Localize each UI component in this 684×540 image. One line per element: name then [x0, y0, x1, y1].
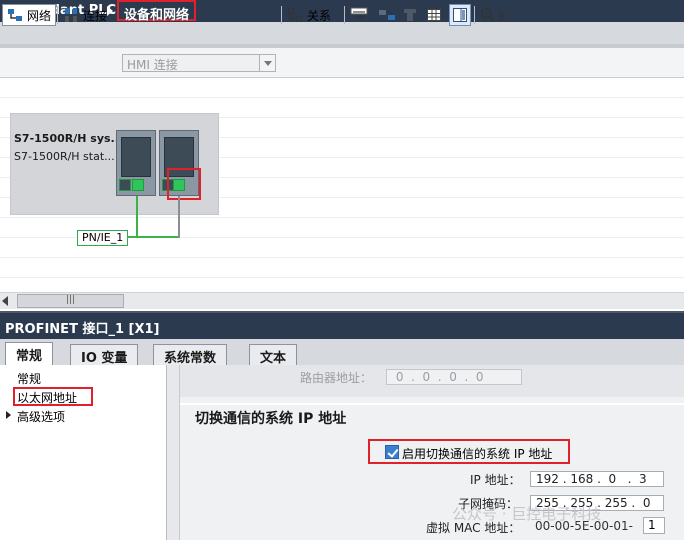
zoom-button[interactable]	[480, 4, 510, 26]
tab-io-tags[interactable]: IO 变量	[70, 344, 139, 366]
breadcrumb-current[interactable]: 设备和网络	[117, 0, 197, 23]
selected-port-highlight	[167, 168, 201, 200]
tab-system-constants[interactable]: 系统常数	[153, 344, 228, 366]
port-icon[interactable]	[132, 179, 144, 191]
zoom-in-icon	[480, 7, 496, 23]
mac-suffix-field[interactable]: 1	[643, 517, 665, 534]
zoom-dropdown-icon[interactable]	[497, 7, 506, 23]
inspector-title: PROFINET 接口_1 [X1]	[5, 322, 160, 337]
hmi-connection-select[interactable]: HMI 连接	[122, 54, 276, 72]
nav-selection-highlight	[13, 387, 93, 406]
enable-system-ip-checkbox[interactable]	[385, 445, 399, 459]
scroll-thumb[interactable]: |||	[17, 294, 124, 308]
breadcrumb-chevron-icon	[107, 6, 113, 16]
tab-general[interactable]: 常规	[5, 342, 54, 366]
tab-texts[interactable]: 文本	[249, 344, 298, 366]
toolbar-divider	[57, 6, 58, 24]
nav-item-advanced-options[interactable]: 高级选项	[17, 408, 65, 425]
network-view-label: 网络	[27, 8, 52, 23]
inspector-header: PROFINET 接口_1 [X1]	[0, 311, 684, 339]
network-view-button[interactable]: 网络	[2, 4, 57, 26]
table-view-button[interactable]	[426, 4, 446, 26]
ip-address-label: IP 地址：	[470, 473, 521, 487]
connection-icon	[63, 7, 79, 23]
device-overview-button[interactable]	[378, 4, 398, 26]
toolbar-divider	[281, 6, 282, 24]
network-wire	[178, 196, 180, 238]
table-icon	[426, 7, 442, 23]
module-button[interactable]	[402, 4, 422, 26]
network-wire	[136, 196, 138, 238]
watermark: 公众号 · 巨控电子科技	[452, 505, 602, 523]
split-view-icon	[452, 7, 468, 23]
expand-arrow-icon[interactable]	[6, 411, 11, 419]
toolbar-divider	[474, 6, 475, 24]
network-icon	[7, 7, 23, 23]
station-type: S7-1500R/H stat...	[14, 150, 115, 163]
scroll-left-icon[interactable]	[2, 296, 8, 306]
device-name-icon	[350, 7, 368, 23]
router-address-field[interactable]: 0 . 0 . 0 . 0	[386, 369, 522, 385]
port-icon[interactable]	[119, 179, 131, 191]
nav-splitter[interactable]	[167, 365, 180, 540]
relation-label: 关系	[307, 8, 332, 23]
grip-icon: |||	[66, 295, 76, 305]
router-address-label: 路由器地址：	[300, 371, 373, 385]
network-wire	[128, 236, 180, 238]
name-assign-button[interactable]	[350, 4, 370, 26]
horizontal-scrollbar[interactable]: |||	[0, 292, 684, 309]
section-divider	[180, 403, 684, 405]
toolbar-divider	[344, 6, 345, 24]
chevron-down-icon[interactable]	[259, 55, 275, 71]
subnet-label[interactable]: PN/IE_1	[77, 230, 129, 246]
device-overview-icon	[378, 7, 395, 23]
enable-system-ip-label[interactable]: 启用切换通信的系统 IP 地址	[402, 445, 552, 462]
relation-button[interactable]: 关系	[287, 4, 331, 26]
ip-address-field[interactable]: 192 . 168 . 0 . 3	[530, 471, 664, 487]
cpu-display	[121, 137, 151, 177]
split-view-button[interactable]	[449, 4, 471, 26]
hmi-connection-value: HMI 连接	[127, 58, 178, 72]
section-title: 切换通信的系统 IP 地址	[195, 411, 347, 427]
nav-item-general[interactable]: 常规	[17, 370, 41, 387]
connection-button[interactable]: 连接	[63, 4, 107, 26]
connection-label: 连接	[83, 8, 108, 23]
station-name[interactable]: S7-1500R/H sys...	[14, 132, 123, 145]
relation-icon	[287, 7, 303, 23]
network-toolbar	[0, 48, 684, 78]
module-icon	[402, 7, 418, 23]
